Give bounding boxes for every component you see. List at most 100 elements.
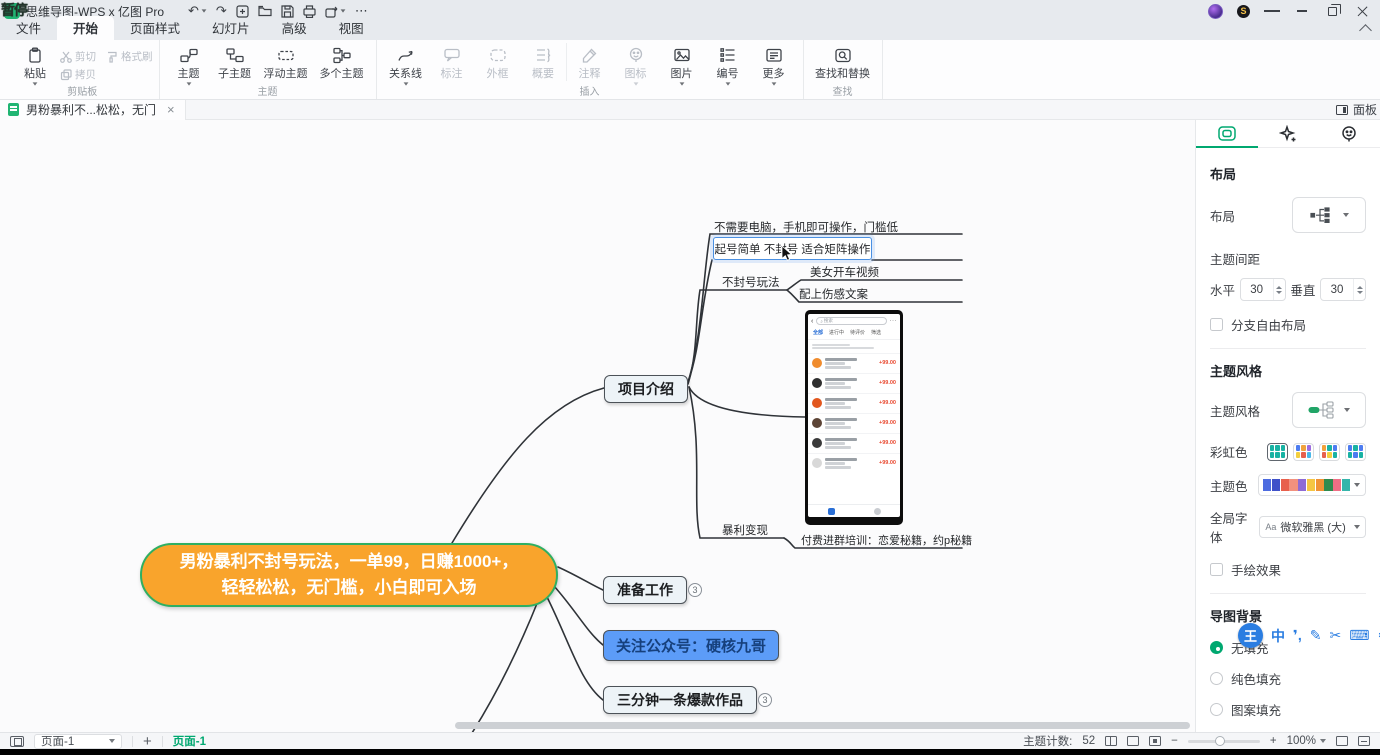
format-painter-button[interactable]: 格式刷 (106, 49, 153, 64)
phone-order-avatar (812, 358, 822, 368)
relationship-button[interactable]: 关系线 (383, 43, 429, 86)
zoom-out-button[interactable]: − (1171, 735, 1178, 747)
status-bar: 页面-1 + 页面-1 主题计数: 52 − + 100% (0, 732, 1380, 749)
topic-video[interactable]: 美女开车视频 (810, 264, 879, 280)
theme-color-swatch (1307, 479, 1315, 491)
active-tab-underline (1196, 146, 1258, 149)
collapsed-count-badge-works[interactable]: 3 (758, 693, 772, 707)
font-sample: Aa (1265, 522, 1276, 532)
main-menu-icon[interactable] (1264, 3, 1280, 19)
vertical-label: 垂直 (1290, 280, 1315, 299)
horizontal-spacing-stepper[interactable]: 30 (1240, 278, 1286, 301)
boundary-button[interactable]: 外框 (475, 43, 521, 81)
numbering-button[interactable]: 编号 (705, 43, 751, 86)
fit-screen-icon[interactable] (1336, 736, 1348, 746)
bg-pattern-radio[interactable] (1210, 703, 1223, 716)
hand-drawn-checkbox[interactable] (1210, 563, 1223, 576)
topic-caption[interactable]: 配上伤感文案 (799, 286, 868, 302)
cut-button[interactable]: 剪切 (60, 49, 96, 64)
minimize-button[interactable] (1294, 3, 1310, 19)
panel-tab-icon-marker[interactable] (1319, 120, 1380, 147)
collapsed-count-badge-prepare[interactable]: 3 (688, 583, 702, 597)
page-tab-active[interactable]: 页面-1 (173, 733, 206, 749)
topic-training[interactable]: 付费进群培训：恋爱秘籍，约p秘籍 (801, 532, 972, 548)
copy-button[interactable]: 拷贝 (60, 67, 96, 82)
picture-button[interactable]: 图片 (659, 43, 705, 86)
collapse-statusbar-icon[interactable] (1358, 736, 1370, 746)
page-overview-icon[interactable] (10, 736, 24, 747)
document-tab-close-icon[interactable]: × (167, 102, 175, 117)
menu-home[interactable]: 开始 (57, 16, 114, 40)
menu-advanced[interactable]: 高级 (266, 16, 323, 40)
zoom-slider-thumb[interactable] (1215, 736, 1225, 746)
focus-mode-icon[interactable] (1149, 736, 1161, 746)
subtopic-button[interactable]: 子主题 (212, 43, 258, 81)
rainbow-option-2[interactable] (1293, 443, 1314, 461)
window-view-icon[interactable] (1127, 736, 1139, 746)
phone-order-avatar (812, 378, 822, 388)
topic-prepare[interactable]: 准备工作 (603, 576, 687, 604)
canvas-horizontal-scrollbar[interactable] (455, 722, 1190, 729)
topic-follow-account[interactable]: 关注公众号：硬核九哥 (603, 630, 779, 661)
multiple-topics-button[interactable]: 多个主题 (314, 43, 370, 81)
phone-order-row: +99.00 (808, 373, 900, 393)
ime-punctuation-icon[interactable]: ❜, (1293, 627, 1302, 644)
rainbow-option-4[interactable] (1345, 443, 1366, 461)
paste-button[interactable]: 粘贴 (12, 43, 58, 86)
global-font-dropdown[interactable]: Aa 微软雅黑 (大) (1259, 516, 1366, 538)
ime-language-icon[interactable]: 中 (1271, 626, 1285, 646)
page-select[interactable]: 页面-1 (34, 734, 122, 749)
mindmap-canvas[interactable]: 男粉暴利不封号玩法，一单99，日赚1000+， 轻轻松松，无门槛，小白即可入场 … (0, 120, 1195, 732)
topic-no-pc[interactable]: 不需要电脑，手机即可操作，门槛低 (714, 219, 898, 235)
outline-view-icon[interactable] (1105, 736, 1117, 746)
theme-color-dropdown[interactable] (1258, 474, 1366, 496)
user-avatar[interactable] (1208, 4, 1223, 19)
central-topic[interactable]: 男粉暴利不封号玩法，一单99，日赚1000+， 轻轻松松，无门槛，小白即可入场 (140, 543, 558, 607)
note-button[interactable]: 注释 (567, 43, 613, 81)
topic-profit[interactable]: 暴利变现 (722, 522, 768, 538)
ime-pen-icon[interactable]: ✎ (1310, 627, 1322, 644)
ime-scissors-icon[interactable]: ✂ (1329, 627, 1341, 644)
more-insert-button[interactable]: 更多 (751, 43, 797, 86)
vertical-spacing-stepper[interactable]: 30 (1320, 278, 1366, 301)
collapse-ribbon-icon[interactable] (1359, 24, 1372, 37)
theme-color-swatch (1324, 479, 1332, 491)
summary-button[interactable]: 概要 (521, 43, 567, 81)
icon-marker-button[interactable]: 图标 (613, 43, 659, 86)
topic-button[interactable]: 主题 (166, 43, 212, 86)
bg-solid-radio[interactable] (1210, 672, 1223, 685)
screen-edge-bar (0, 749, 1380, 755)
restore-button[interactable] (1324, 3, 1340, 19)
rainbow-cell (1307, 445, 1312, 451)
phone-screenshot-topic[interactable]: ‹ ⌕搜索 ··· 全部 进行中 待评价 筛选 +99.00+99.00+99.… (805, 310, 903, 525)
bg-none-radio[interactable] (1210, 641, 1223, 654)
add-page-button[interactable]: + (143, 733, 152, 750)
rainbow-option-1[interactable] (1267, 443, 1288, 461)
phone-order-price: +99.00 (879, 380, 896, 386)
free-branch-checkbox[interactable] (1210, 318, 1223, 331)
ime-logo-icon[interactable]: 王 (1238, 623, 1263, 648)
menu-page-style[interactable]: 页面样式 (114, 16, 196, 40)
topic-method[interactable]: 不封号玩法 (722, 274, 780, 290)
rainbow-option-3[interactable] (1319, 443, 1340, 461)
zoom-level-select[interactable]: 100% (1287, 735, 1326, 747)
callout-button[interactable]: 标注 (429, 43, 475, 81)
panel-tab-ai[interactable] (1257, 120, 1318, 147)
topic-intro[interactable]: 项目介绍 (604, 375, 688, 403)
theme-style-dropdown[interactable] (1292, 392, 1366, 428)
zoom-slider[interactable] (1188, 740, 1260, 743)
panel-toggle[interactable]: 面板 (1336, 101, 1380, 118)
menu-view[interactable]: 视图 (323, 16, 380, 40)
zoom-in-button[interactable]: + (1270, 735, 1277, 747)
membership-badge-icon[interactable]: S (1237, 5, 1250, 18)
topic-works[interactable]: 三分钟一条爆款作品 (603, 686, 757, 714)
find-replace-button[interactable]: 查找和替换 (810, 43, 876, 81)
panel-tab-style[interactable] (1196, 120, 1257, 147)
layout-dropdown[interactable] (1292, 197, 1366, 233)
ime-keyboard-icon[interactable]: ⌨ (1349, 627, 1369, 644)
floating-topic-button[interactable]: 浮动主题 (258, 43, 314, 81)
rainbow-label: 彩虹色 (1210, 442, 1248, 461)
menu-slides[interactable]: 幻灯片 (196, 16, 266, 40)
close-button[interactable] (1354, 3, 1370, 19)
document-tab[interactable]: 男粉暴利不...松松，无门 × (0, 100, 186, 120)
